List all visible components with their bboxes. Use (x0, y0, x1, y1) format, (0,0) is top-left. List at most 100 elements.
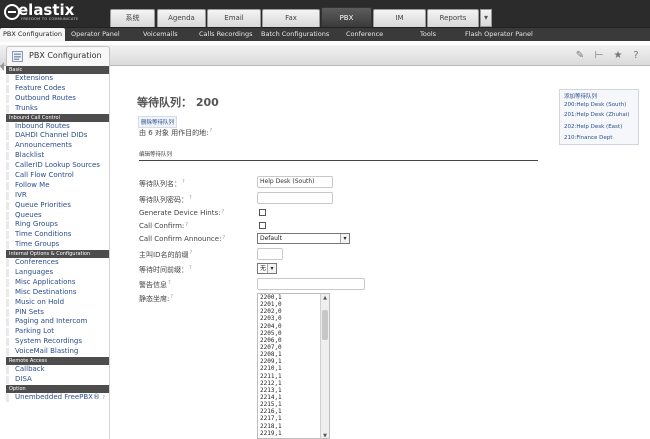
list-item: 2217,1 (260, 415, 282, 423)
sidebar-item-time-conditions[interactable]: Time Conditions (6, 230, 109, 241)
sidebar-item-dahdi-channel-dids[interactable]: DAHDI Channel DIDs (6, 131, 109, 142)
subnav-operator-panel[interactable]: Operator Panel (71, 28, 120, 42)
sidebar-item-paging-intercom[interactable]: Paging and Intercom (6, 317, 109, 328)
delete-queue-link[interactable]: 删除等待队列 (138, 116, 178, 128)
tab-system[interactable]: 系统 (110, 9, 155, 27)
sidebar-item-voicemail-blasting[interactable]: VoiceMail Blasting (6, 347, 109, 358)
tab-im[interactable]: IM (373, 9, 426, 27)
tab-email[interactable]: Email (207, 9, 261, 27)
queue-edit-form: 等待队列： 200 删除等待队列 由 6 对象 用作目的地:? 编辑等待队列 等… (112, 66, 542, 439)
generate-hints-checkbox[interactable] (259, 209, 266, 216)
queue-list-item[interactable]: 200:Help Desk (South) (564, 102, 626, 108)
scroll-up-icon[interactable]: ▲ (321, 294, 329, 302)
help-question-icon[interactable]: ? (210, 128, 213, 134)
sidebar-item-disa[interactable]: DISA (6, 374, 109, 385)
sidebar-item-announcements[interactable]: Announcements (6, 141, 109, 152)
alert-info-input[interactable] (257, 278, 365, 290)
sidebar-item-follow-me[interactable]: Follow Me (6, 180, 109, 191)
edit-icon[interactable]: ✎ (574, 50, 586, 62)
help-question-icon[interactable]: ? (185, 222, 188, 228)
scrollbar[interactable]: ▲ ▼ (320, 294, 329, 438)
help-question-icon[interactable]: ? (168, 280, 171, 286)
queue-password-label-text: 等待队列密码： (139, 196, 188, 204)
alert-info-label: 警告信息? (139, 280, 171, 290)
sidebar-item-misc-applications[interactable]: Misc Applications (6, 277, 109, 288)
sidebar-item-queues[interactable]: Queues (6, 210, 109, 221)
tab-pbx[interactable]: PBX (321, 7, 372, 27)
tab-fax[interactable]: Fax (262, 9, 320, 27)
help-question-icon[interactable]: ? (189, 265, 192, 271)
sidebar-item-call-flow-control[interactable]: Call Flow Control (6, 171, 109, 181)
queue-password-input[interactable] (257, 192, 333, 204)
sidebar-item-time-groups[interactable]: Time Groups (6, 240, 109, 251)
help-question-icon[interactable]: ? (189, 195, 192, 201)
list-item: 2207,0 (260, 343, 282, 351)
queue-name-input[interactable]: Help Desk (South) (257, 176, 333, 188)
sidebar-item-unembedded-freepbx-label: Unembedded FreePBX® (15, 392, 100, 401)
queue-list-item[interactable]: 201:Help Desk (Zhuhai) (564, 112, 629, 118)
sidebar-item-blacklist[interactable]: Blacklist (6, 151, 109, 162)
subnav-flash-operator-panel[interactable]: Flash Operator Panel (465, 28, 533, 42)
alert-info-label-text: 警告信息 (139, 281, 167, 289)
cid-prefix-label-text: 主叫ID名的前缀 (139, 251, 189, 259)
subnav-conference[interactable]: Conference (346, 28, 383, 42)
list-item: 2209,1 (260, 358, 282, 366)
queue-list-item[interactable]: 202:Help Desk (East) (564, 124, 622, 130)
sidebar-item-extensions[interactable]: Extensions (6, 74, 109, 84)
sidebar-item-ring-groups[interactable]: Ring Groups (6, 220, 109, 231)
call-confirm-checkbox[interactable] (259, 222, 266, 229)
sidebar-item-inbound-routes[interactable]: Inbound Routes (6, 121, 109, 132)
collapse-sidebar-icon[interactable] (0, 62, 5, 71)
list-item: 2210,1 (260, 365, 282, 373)
wait-time-prefix-select[interactable]: 无 ▾ (257, 263, 277, 274)
scroll-thumb[interactable] (322, 310, 328, 340)
sidebar-item-trunks[interactable]: Trunks (6, 103, 109, 114)
call-confirm-label-text: Call Confirm: (139, 222, 185, 230)
queue-list-item[interactable]: 210:Finance Dept (564, 135, 612, 141)
sidebar-item-unembedded-freepbx[interactable]: Unembedded FreePBX® ? (6, 392, 109, 403)
tab-agenda[interactable]: Agenda (157, 9, 206, 27)
help-icon[interactable]: ? (630, 50, 642, 62)
help-question-icon[interactable]: ? (222, 235, 225, 241)
help-question-icon[interactable]: ? (170, 294, 173, 300)
sidebar-item-pin-sets[interactable]: PIN Sets (6, 307, 109, 318)
sidebar-item-languages[interactable]: Languages (6, 268, 109, 278)
scroll-down-icon[interactable]: ▼ (321, 432, 329, 438)
sidebar-section-remote-access: Remote Access (6, 357, 109, 366)
help-question-icon[interactable]: ? (189, 250, 192, 256)
sidebar-item-ivr[interactable]: IVR (6, 190, 109, 201)
sidebar-item-parking-lot[interactable]: Parking Lot (6, 327, 109, 338)
subnav-calls-recordings[interactable]: Calls Recordings (199, 28, 252, 42)
help-question-icon[interactable]: ? (221, 209, 224, 215)
sidebar-item-system-recordings[interactable]: System Recordings (6, 337, 109, 348)
queue-list-panel: 添加等待队列 200:Help Desk (South) 201:Help De… (559, 89, 639, 145)
sidebar-item-outbound-routes[interactable]: Outbound Routes (6, 93, 109, 104)
subnav-pbx-configuration[interactable]: PBX Configuration (0, 28, 65, 42)
sidebar-item-feature-codes[interactable]: Feature Codes (6, 83, 109, 94)
star-icon[interactable]: ★ (612, 50, 624, 62)
more-tabs-dropdown[interactable]: ▾ (480, 9, 492, 27)
list-item: 2202,0 (260, 308, 282, 316)
call-confirm-announce-select[interactable]: Default ▾ (257, 233, 350, 244)
subnav-batch-configurations[interactable]: Batch Configurations (261, 28, 329, 42)
sidebar-item-conferences[interactable]: Conferences (6, 258, 109, 269)
static-agents-textarea[interactable]: 2200,1 2201,0 2202,0 2203,0 2204,0 2205,… (257, 293, 330, 439)
add-queue-link[interactable]: 添加等待队列 (564, 92, 597, 100)
queue-name-label-text: 等待队列名： (139, 180, 181, 188)
top-header: elastix FREEDOM TO COMMUNICATE 系统 Agenda… (0, 0, 650, 27)
help-question-icon[interactable]: ? (182, 179, 185, 185)
sidebar-item-callerid-lookup[interactable]: CallerID Lookup Sources (6, 161, 109, 172)
static-agents-label: 静态坐席:? (139, 294, 173, 304)
tab-reports[interactable]: Reports (427, 9, 479, 27)
help-question-icon[interactable]: ? (102, 395, 105, 401)
page-title: 等待队列： 200 (137, 96, 219, 109)
add-icon[interactable]: ⊢ (593, 50, 605, 62)
sidebar-item-misc-destinations[interactable]: Misc Destinations (6, 287, 109, 298)
sidebar-item-music-on-hold[interactable]: Music on Hold (6, 297, 109, 308)
subnav-tools[interactable]: Tools (420, 28, 436, 42)
sidebar-item-callback[interactable]: Callback (6, 365, 109, 375)
subnav-voicemails[interactable]: Voicemails (143, 28, 178, 42)
queue-password-label: 等待队列密码：? (139, 195, 192, 205)
cid-prefix-input[interactable] (257, 248, 283, 260)
sidebar-item-queue-priorities[interactable]: Queue Priorities (6, 200, 109, 211)
